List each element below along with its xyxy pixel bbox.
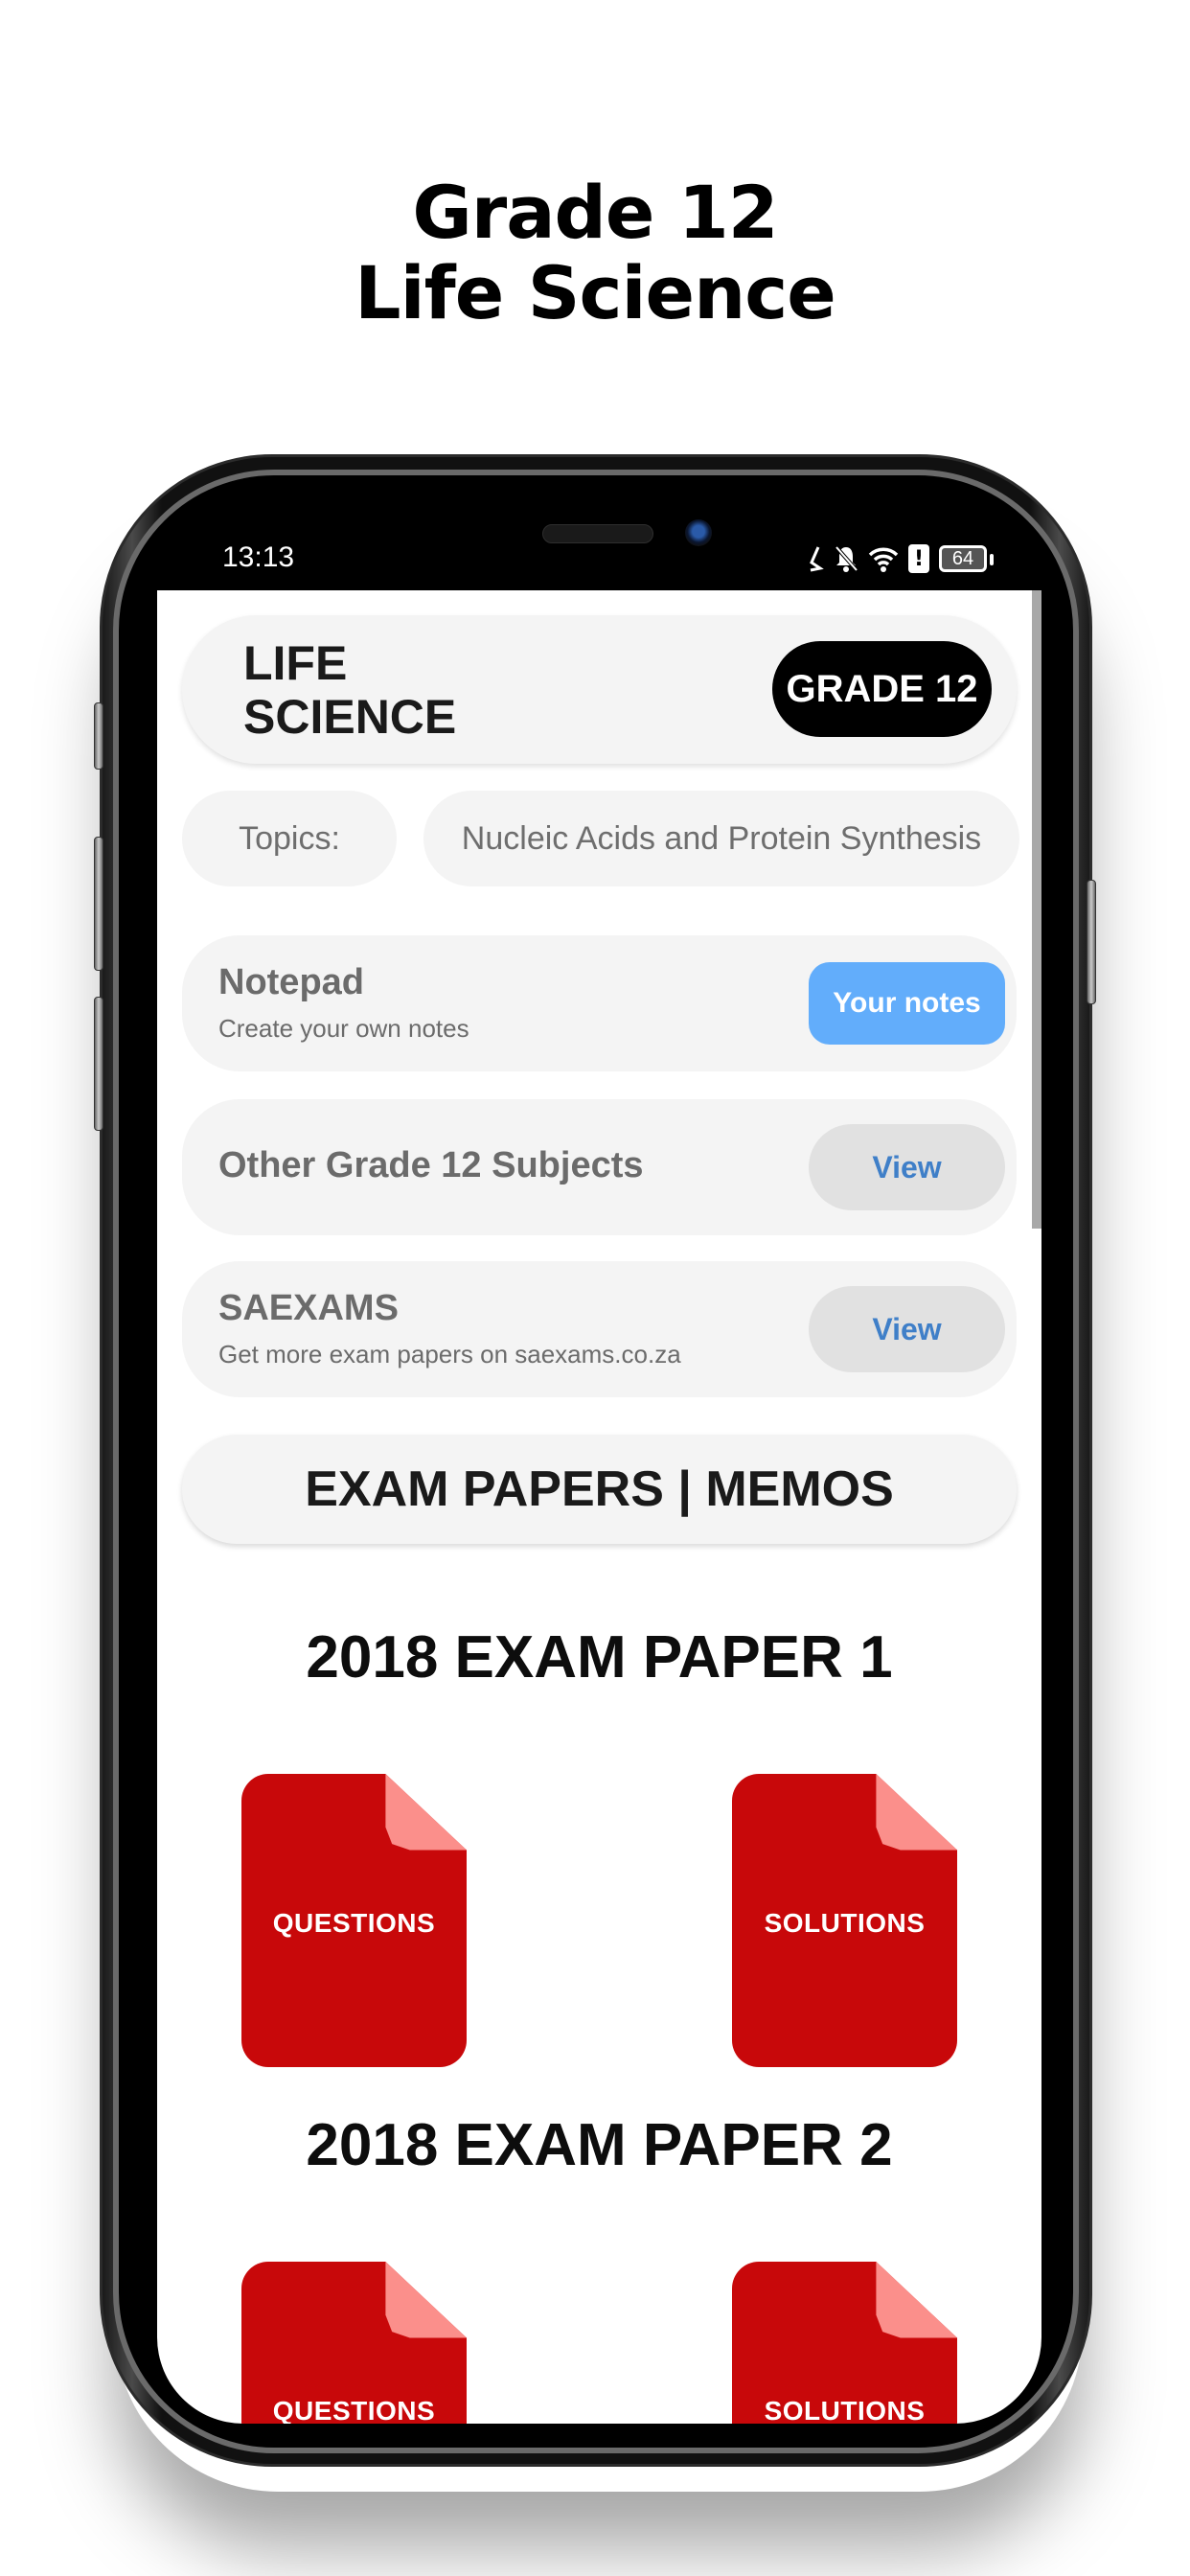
notepad-title: Notepad xyxy=(218,962,364,1002)
subject-title-line2: SCIENCE xyxy=(243,690,457,744)
phone-power-button xyxy=(1087,880,1096,1004)
solutions-label: SOLUTIONS xyxy=(764,1908,926,1938)
app-screen: LIFE SCIENCE GRADE 12 Topics: Nucleic Ac… xyxy=(157,590,1041,2424)
wifi-icon xyxy=(868,545,899,572)
topics-label: Topics: xyxy=(182,791,397,886)
promo-title-line2: Life Science xyxy=(355,250,836,335)
status-time: 13:13 xyxy=(222,541,295,573)
notepad-subtitle: Create your own notes xyxy=(218,1014,469,1043)
paper-heading: 2018 EXAM PAPER 2 xyxy=(306,2112,893,2178)
nfc-icon xyxy=(807,545,824,572)
subject-title: LIFE SCIENCE xyxy=(243,636,531,744)
questions-pdf-button[interactable]: QUESTIONS xyxy=(241,2262,467,2424)
front-camera xyxy=(685,519,712,546)
subject-header-card: LIFE SCIENCE GRADE 12 xyxy=(182,615,1017,764)
solutions-pdf-button[interactable]: SOLUTIONS xyxy=(732,2262,957,2424)
battery-icon: 64 xyxy=(939,545,994,572)
status-icons: ! 64 xyxy=(807,541,994,576)
subject-title-line1: LIFE xyxy=(243,636,348,690)
questions-label: QUESTIONS xyxy=(272,2396,436,2424)
other-subjects-card: Other Grade 12 Subjects View xyxy=(182,1099,1017,1235)
phone-side-button xyxy=(94,702,103,770)
promo-title-line1: Grade 12 xyxy=(412,170,778,255)
solutions-pdf-button[interactable]: SOLUTIONS xyxy=(732,1774,957,2067)
questions-label: QUESTIONS xyxy=(272,1908,436,1938)
saexams-subtitle: Get more exam papers on saexams.co.za xyxy=(218,1340,681,1368)
exam-papers-header: EXAM PAPERS | MEMOS xyxy=(182,1435,1017,1544)
phone-speaker xyxy=(542,524,653,543)
grade-badge: GRADE 12 xyxy=(772,641,992,737)
phone-volume-down-button xyxy=(94,997,103,1131)
notepad-card: Notepad Create your own notes Your notes xyxy=(182,935,1017,1071)
bell-muted-icon xyxy=(834,544,858,573)
scrollbar[interactable] xyxy=(1032,590,1041,1229)
topic-selector[interactable]: Nucleic Acids and Protein Synthesis xyxy=(423,791,1019,886)
solutions-label: SOLUTIONS xyxy=(764,2396,926,2424)
alert-icon: ! xyxy=(908,544,929,573)
saexams-view-button[interactable]: View xyxy=(809,1286,1005,1372)
saexams-title: SAEXAMS xyxy=(218,1288,399,1328)
other-subjects-view-button[interactable]: View xyxy=(809,1124,1005,1210)
promo-title: Grade 12 Life Science xyxy=(0,172,1190,334)
paper-heading: 2018 EXAM PAPER 1 xyxy=(306,1624,893,1690)
your-notes-button[interactable]: Your notes xyxy=(809,962,1005,1045)
other-subjects-title: Other Grade 12 Subjects xyxy=(218,1145,644,1185)
questions-pdf-button[interactable]: QUESTIONS xyxy=(241,1774,467,2067)
saexams-card: SAEXAMS Get more exam papers on saexams.… xyxy=(182,1261,1017,1397)
phone-volume-up-button xyxy=(94,837,103,971)
